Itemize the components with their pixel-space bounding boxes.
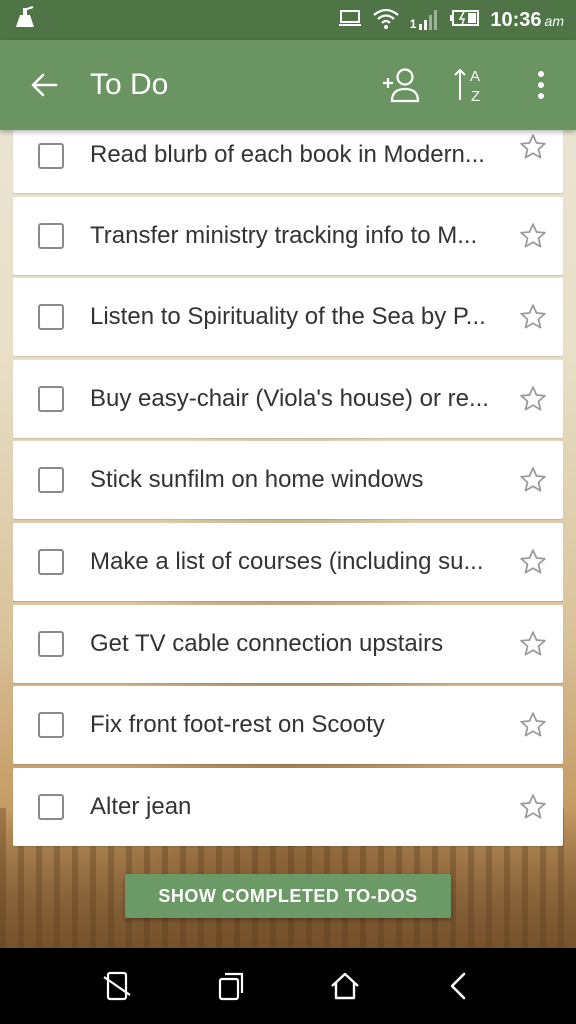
svg-text:Z: Z <box>471 88 480 104</box>
task-title[interactable]: Fix front foot-rest on Scooty <box>90 711 511 739</box>
list-item[interactable]: Alter jean <box>13 767 563 846</box>
list-item[interactable]: Transfer ministry tracking info to M... <box>13 196 563 275</box>
back-icon[interactable] <box>429 956 489 1016</box>
task-title[interactable]: Read blurb of each book in Modern... <box>90 141 511 169</box>
list-item[interactable]: Buy easy-chair (Viola's house) or re... <box>13 359 563 438</box>
task-checkbox[interactable] <box>38 548 64 575</box>
system-nav-bar <box>0 948 576 1024</box>
task-title[interactable]: Stick sunfilm on home windows <box>90 466 511 494</box>
task-title[interactable]: Transfer ministry tracking info to M... <box>90 222 511 250</box>
battery-icon <box>450 9 480 32</box>
overview-icon[interactable] <box>201 956 261 1016</box>
task-checkbox[interactable] <box>38 222 64 249</box>
task-title[interactable]: Buy easy-chair (Viola's house) or re... <box>90 385 511 413</box>
task-title[interactable]: Alter jean <box>90 793 511 821</box>
add-person-icon[interactable] <box>366 40 436 130</box>
status-bar: 1 10:36 am <box>0 0 576 40</box>
star-icon[interactable] <box>511 295 555 339</box>
star-icon[interactable] <box>511 214 555 258</box>
star-icon[interactable] <box>511 703 555 747</box>
list-item[interactable]: Get TV cable connection upstairs <box>13 604 563 683</box>
sort-az-icon[interactable]: A Z <box>436 40 506 130</box>
wifi-icon <box>372 6 400 35</box>
app-bar: To Do A Z <box>0 40 576 130</box>
star-icon[interactable] <box>511 125 555 169</box>
svg-text:A: A <box>470 68 480 85</box>
task-checkbox[interactable] <box>38 712 64 739</box>
show-completed-button[interactable]: SHOW COMPLETED TO-DOS <box>125 874 451 918</box>
task-checkbox[interactable] <box>38 304 64 331</box>
list-item[interactable]: Listen to Spirituality of the Sea by P..… <box>13 278 563 357</box>
task-list: Read blurb of each book in Modern... Tra… <box>13 113 563 849</box>
star-icon[interactable] <box>511 540 555 584</box>
star-icon[interactable] <box>511 377 555 421</box>
star-icon[interactable] <box>511 458 555 502</box>
recent-apps-crossed-icon[interactable] <box>87 956 147 1016</box>
star-icon[interactable] <box>511 785 555 829</box>
monitor-icon <box>338 8 362 33</box>
star-icon[interactable] <box>511 622 555 666</box>
task-checkbox[interactable] <box>38 385 64 412</box>
page-title: To Do <box>90 68 169 101</box>
cleaner-icon <box>12 5 38 36</box>
list-item[interactable]: Fix front foot-rest on Scooty <box>13 686 563 765</box>
task-title[interactable]: Make a list of courses (including su... <box>90 548 511 576</box>
status-time: 10:36 am <box>490 8 564 31</box>
home-icon[interactable] <box>315 956 375 1016</box>
list-item[interactable]: Make a list of courses (including su... <box>13 522 563 601</box>
signal-icon: 1 <box>410 9 441 31</box>
task-checkbox[interactable] <box>38 143 64 169</box>
task-checkbox[interactable] <box>38 793 64 820</box>
task-title[interactable]: Get TV cable connection upstairs <box>90 630 511 658</box>
back-arrow-icon[interactable] <box>14 40 74 130</box>
task-title[interactable]: Listen to Spirituality of the Sea by P..… <box>90 303 511 331</box>
task-checkbox[interactable] <box>38 630 64 657</box>
task-checkbox[interactable] <box>38 467 64 494</box>
list-item[interactable]: Stick sunfilm on home windows <box>13 441 563 520</box>
more-vert-icon[interactable] <box>506 40 576 130</box>
